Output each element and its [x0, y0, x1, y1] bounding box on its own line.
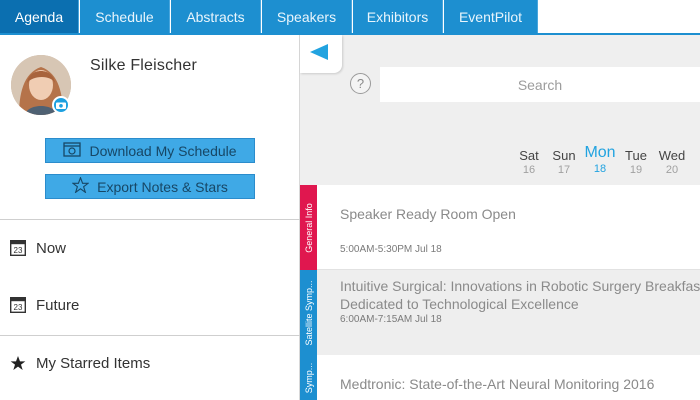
day-date: 16 [522, 164, 536, 176]
download-calendar-icon [63, 141, 82, 160]
menu-item-now[interactable]: 23 Now [0, 228, 300, 268]
divider [0, 335, 300, 336]
profile-name: Silke Fleischer [90, 57, 198, 74]
export-notes-label: Export Notes & Stars [97, 178, 228, 195]
collapse-panel-button[interactable] [300, 35, 342, 73]
tab-agenda[interactable]: Agenda [0, 0, 79, 33]
help-icon[interactable]: ? [350, 73, 371, 94]
day-name: Mon [584, 144, 616, 161]
session-row[interactable]: Satellite Symp... Intuitive Surgical: In… [300, 270, 700, 355]
day-sat[interactable]: Sat 16 [509, 148, 549, 176]
session-title-line2: Dedicated to Technological Excellence [340, 296, 579, 312]
day-name: Sun [552, 148, 576, 163]
session-title: Speaker Ready Room Open [340, 206, 516, 222]
day-date: 18 [593, 163, 607, 175]
profile-panel: Silke Fleischer Download My Schedule Exp… [0, 35, 300, 400]
session-time: 5:00AM-5:30PM Jul 18 [340, 244, 442, 255]
menu-label-now: Now [36, 239, 67, 257]
tab-speakers[interactable]: Speakers [262, 0, 352, 33]
day-name: Wed [658, 148, 686, 163]
day-wed[interactable]: Wed 20 [652, 148, 692, 176]
category-tag: Symp... [300, 355, 317, 400]
menu-item-starred[interactable]: My Starred Items [0, 343, 300, 383]
tab-eventpilot[interactable]: EventPilot [444, 0, 538, 33]
day-tue[interactable]: Tue 19 [616, 148, 656, 176]
export-notes-button[interactable]: Export Notes & Stars [45, 174, 255, 199]
day-date: 17 [557, 164, 571, 176]
day-mon[interactable]: Mon 18 [580, 144, 620, 175]
day-name: Tue [625, 148, 647, 163]
star-icon [10, 355, 26, 371]
tab-abstracts[interactable]: Abstracts [171, 0, 261, 33]
calendar-icon: 23 [9, 239, 27, 257]
session-title: Medtronic: State-of-the-Art Neural Monit… [340, 376, 655, 392]
session-row[interactable]: Symp... Medtronic: State-of-the-Art Neur… [300, 355, 700, 400]
session-time: 6:00AM-7:15AM Jul 18 [340, 314, 442, 325]
camera-icon[interactable] [52, 96, 70, 114]
search-input[interactable]: Search [380, 67, 700, 102]
menu-item-future[interactable]: 23 Future [0, 285, 300, 325]
session-title: Intuitive Surgical: Innovations in Robot… [340, 278, 700, 294]
calendar-icon: 23 [9, 296, 27, 314]
day-sun[interactable]: Sun 17 [544, 148, 584, 176]
session-list: General Info Speaker Ready Room Open 5:0… [300, 185, 700, 400]
download-schedule-button[interactable]: Download My Schedule [45, 138, 255, 163]
category-tag: Satellite Symp... [300, 270, 317, 355]
day-date: 19 [629, 164, 643, 176]
divider [0, 219, 300, 220]
day-name: Sat [519, 148, 539, 163]
download-schedule-label: Download My Schedule [89, 142, 237, 159]
category-tag: General Info [300, 185, 317, 270]
tab-schedule[interactable]: Schedule [80, 0, 170, 33]
menu-label-starred: My Starred Items [36, 354, 151, 372]
tab-exhibitors[interactable]: Exhibitors [353, 0, 443, 33]
top-tab-bar: Agenda Schedule Abstracts Speakers Exhib… [0, 0, 700, 33]
day-date: 20 [665, 164, 679, 176]
star-outline-icon [71, 176, 90, 196]
triangle-left-icon [310, 44, 328, 60]
menu-label-future: Future [36, 296, 80, 314]
calendar-icon-date: 23 [14, 303, 23, 312]
calendar-icon-date: 23 [14, 246, 23, 255]
session-row[interactable]: General Info Speaker Ready Room Open 5:0… [300, 185, 700, 270]
